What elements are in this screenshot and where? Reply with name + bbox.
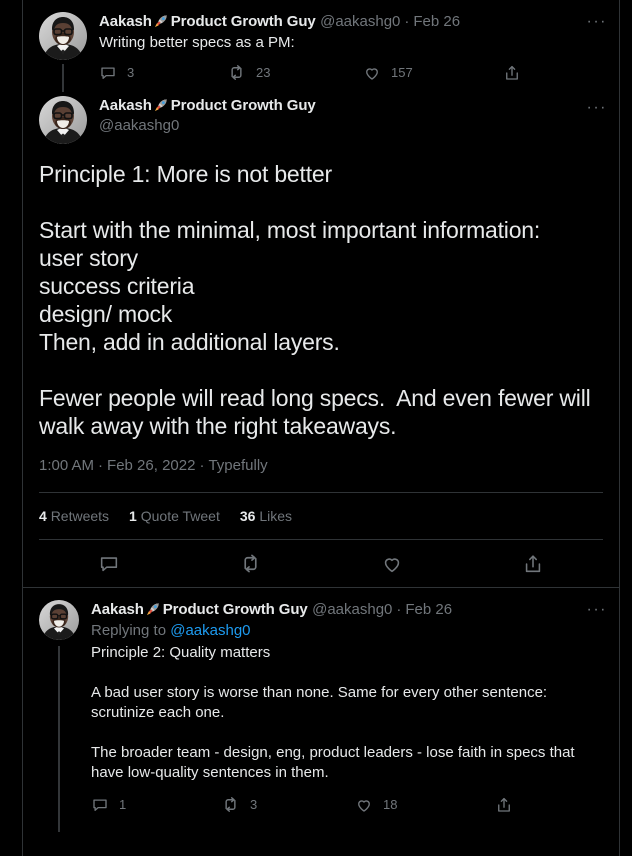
like-button[interactable]: 157 <box>363 64 503 82</box>
tweet-source[interactable]: Typefully <box>208 457 267 474</box>
reply-count: 1 <box>119 797 127 812</box>
author-name-suffix[interactable]: Product Growth Guy <box>171 13 316 30</box>
time-separator-1: · <box>98 457 104 474</box>
tweet-text: Writing better specs as a PM: <box>99 34 295 51</box>
avatar[interactable] <box>39 12 87 60</box>
like-button[interactable]: 18 <box>355 796 495 814</box>
share-button[interactable] <box>503 64 521 82</box>
thread-connector-line <box>58 646 60 832</box>
retweet-button[interactable]: 3 <box>221 795 355 814</box>
heart-icon <box>363 64 381 82</box>
retweet-count: 3 <box>250 797 258 812</box>
reply-button[interactable]: 3 <box>99 64 227 82</box>
rocket-icon <box>146 601 161 616</box>
tweet-header-line: Aakash Product Growth Guy @aakashg0 · Feb 2… <box>91 600 603 620</box>
author-name-suffix[interactable]: Product Growth Guy <box>163 601 308 618</box>
author-display-name[interactable]: Aakash <box>99 97 152 114</box>
tweet-date[interactable]: Feb 26 <box>413 13 460 30</box>
tweet-header-line: Aakash Product Growth Guy <box>99 96 316 116</box>
author-name-suffix[interactable]: Product Growth Guy <box>171 97 316 114</box>
tweet-action-bar: 1 3 18 <box>91 795 603 814</box>
avatar[interactable] <box>39 600 79 640</box>
heart-icon <box>381 553 403 575</box>
author-display-name[interactable]: Aakash <box>99 13 152 30</box>
rocket-icon <box>154 13 169 28</box>
column-border-right <box>619 0 620 856</box>
tweet-more-options-button[interactable]: ··· <box>587 100 607 116</box>
share-button[interactable] <box>522 553 544 575</box>
reply-icon <box>91 796 109 814</box>
reply-icon <box>98 553 120 575</box>
author-handle[interactable]: @aakashg0 <box>312 601 392 618</box>
tweet-time[interactable]: 1:00 AM <box>39 457 94 474</box>
retweets-stat[interactable]: 4 Retweets <box>39 508 109 524</box>
tweet-focused-2[interactable]: Aakash Product Growth Guy @aakashg0 Princ… <box>23 86 619 587</box>
reply-button[interactable]: 1 <box>91 796 221 814</box>
replying-to-label: Replying to <box>91 622 167 639</box>
retweet-button[interactable] <box>239 552 262 575</box>
retweets-label: Retweets <box>50 508 110 524</box>
likes-count: 36 <box>239 508 256 524</box>
meta-separator: · <box>404 13 410 30</box>
tweet-action-bar <box>39 539 603 587</box>
likes-label: Likes <box>259 508 293 524</box>
author-handle[interactable]: @aakashg0 <box>320 13 400 30</box>
replying-to-line: Replying to @aakashg0 <box>91 621 603 641</box>
tweet-text: Principle 1: More is not better Start wi… <box>39 161 591 439</box>
quote-tweets-label: Quote Tweet <box>140 508 220 524</box>
like-button[interactable] <box>381 553 403 575</box>
retweet-icon <box>239 552 262 575</box>
retweet-icon <box>221 795 240 814</box>
author-handle[interactable]: @aakashg0 <box>99 116 316 136</box>
retweet-button[interactable]: 23 <box>227 63 363 82</box>
retweets-count: 4 <box>39 508 47 524</box>
reply-button[interactable] <box>98 553 120 575</box>
like-count: 157 <box>391 65 413 80</box>
rocket-icon <box>154 97 169 112</box>
tweet-date[interactable]: Feb 26 <box>405 601 452 618</box>
reply-count: 3 <box>127 65 135 80</box>
tweet-more-options-button[interactable]: ··· <box>587 14 607 30</box>
meta-separator: · <box>396 601 402 618</box>
share-icon <box>495 796 513 814</box>
like-count: 18 <box>383 797 398 812</box>
avatar[interactable] <box>39 96 87 144</box>
timeline-column: Aakash Product Growth Guy @aakashg0 · Feb 2… <box>23 0 619 856</box>
tweet-compact-3[interactable]: Aakash Product Growth Guy @aakashg0 · Feb 2… <box>23 588 619 832</box>
share-button[interactable] <box>495 796 513 814</box>
author-display-name[interactable]: Aakash <box>91 601 144 618</box>
tweet-header-line: Aakash Product Growth Guy @aakashg0 · Feb 2… <box>99 12 603 32</box>
replying-to-handle-link[interactable]: @aakashg0 <box>170 622 250 639</box>
retweet-icon <box>227 63 246 82</box>
tweet-timestamp-line: 1:00 AM · Feb 26, 2022 · Typefully <box>39 456 603 492</box>
retweet-count: 23 <box>256 65 271 80</box>
time-separator-2: · <box>199 457 205 474</box>
quote-tweets-stat[interactable]: 1 Quote Tweet <box>129 508 220 524</box>
tweet-compact-1[interactable]: Aakash Product Growth Guy @aakashg0 · Feb 2… <box>23 0 619 92</box>
likes-stat[interactable]: 36 Likes <box>240 508 292 524</box>
tweet-stats-row: 4 Retweets 1 Quote Tweet 36 Likes <box>39 492 603 539</box>
quote-tweets-count: 1 <box>129 508 137 524</box>
reply-icon <box>99 64 117 82</box>
share-icon <box>522 553 544 575</box>
tweet-text: Principle 2: Quality matters A bad user … <box>91 644 575 781</box>
tweet-date[interactable]: Feb 26, 2022 <box>107 457 195 474</box>
heart-icon <box>355 796 373 814</box>
tweet-more-options-button[interactable]: ··· <box>587 602 607 618</box>
twitter-thread-view: Aakash Product Growth Guy @aakashg0 · Feb 2… <box>0 0 632 856</box>
tweet-action-bar: 3 23 157 <box>99 63 603 82</box>
share-icon <box>503 64 521 82</box>
